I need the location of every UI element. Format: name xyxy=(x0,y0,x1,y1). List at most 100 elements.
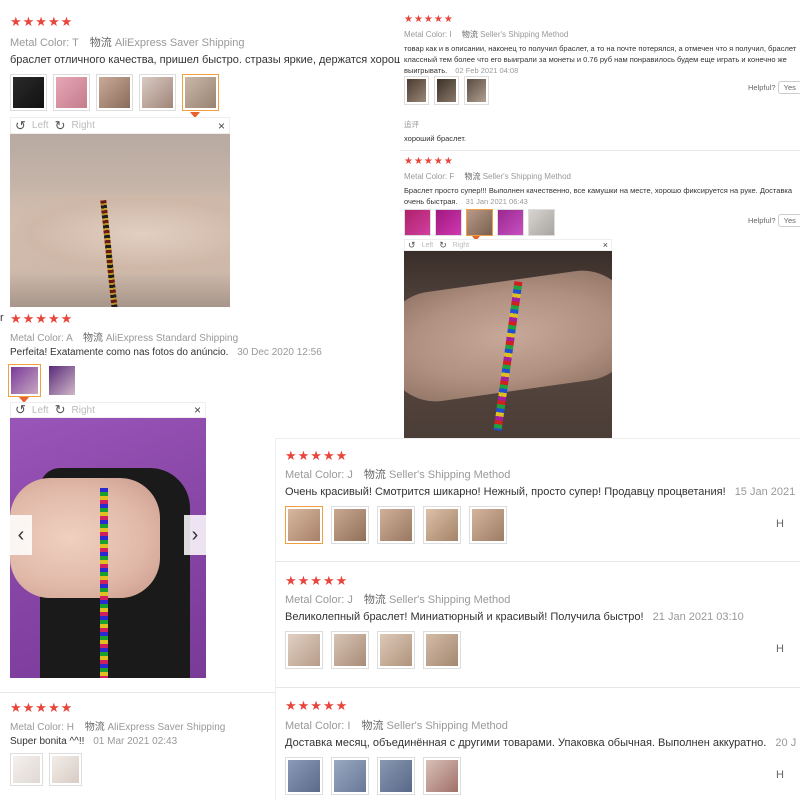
shipping-method: Seller's Shipping Method xyxy=(388,469,511,481)
review-photo-thumbnails xyxy=(285,631,461,669)
helpful-label-cut: H xyxy=(776,518,784,530)
rotate-right-icon[interactable]: ↻ xyxy=(439,240,447,251)
review-meta: Metal Color: I 物流 Seller's Shipping Meth… xyxy=(404,29,568,40)
review-text-block: Браслет просто супер!!! Выполнен качеств… xyxy=(404,185,800,207)
photo-thumbnail[interactable] xyxy=(469,506,507,544)
review-meta: Metal Color: A 物流 AliExpress Standard Sh… xyxy=(10,329,238,344)
rotate-left-label[interactable]: Left xyxy=(32,120,49,131)
metal-color-label: Metal Color: xyxy=(10,722,64,733)
photo-thumbnail[interactable] xyxy=(53,74,90,111)
shipping-method: Seller's Shipping Method xyxy=(386,720,508,732)
photo-thumbnail[interactable] xyxy=(464,76,489,105)
photo-thumbnail[interactable] xyxy=(331,631,369,669)
rating-stars: ★★★★★ xyxy=(10,700,74,715)
photo-thumbnail[interactable] xyxy=(96,74,133,111)
review-text: браслет отличного качества, пришел быстр… xyxy=(10,54,400,66)
photo-thumbnail[interactable] xyxy=(423,506,461,544)
image-viewer-toolbar: ↺ Left ↻ Right × xyxy=(404,239,612,251)
review-photo-thumbnails xyxy=(285,757,461,795)
photo-thumbnail[interactable] xyxy=(377,506,415,544)
photo-thumbnail[interactable] xyxy=(528,209,555,236)
review-meta: Metal Color: H 物流 AliExpress Saver Shipp… xyxy=(10,718,225,733)
review-date: 01 Mar 2021 02:43 xyxy=(93,736,178,747)
photo-thumbnail[interactable] xyxy=(377,631,415,669)
review-photo-thumbnails xyxy=(285,506,507,544)
helpful-label: Helpful? xyxy=(748,83,776,92)
photo-thumbnail[interactable] xyxy=(10,753,43,786)
metal-color-label: Metal Color: xyxy=(285,594,345,606)
shipping-method: AliExpress Saver Shipping xyxy=(107,722,226,733)
metal-color-value: I xyxy=(449,30,452,39)
close-viewer-icon[interactable]: × xyxy=(194,403,201,417)
chevron-left-icon: ‹ xyxy=(17,523,25,546)
helpful-label-cut: H xyxy=(776,643,784,655)
photo-thumbnail[interactable] xyxy=(435,209,462,236)
review-text-row: Perfeita! Exatamente como nas fotos do a… xyxy=(10,347,322,358)
metal-color-value: T xyxy=(72,37,79,49)
rotate-left-icon[interactable]: ↺ xyxy=(15,402,26,418)
rotate-left-icon[interactable]: ↺ xyxy=(408,240,416,251)
shipping-label: 物流 xyxy=(461,30,478,39)
rotate-right-icon[interactable]: ↻ xyxy=(55,402,66,418)
rating-stars: ★★★★★ xyxy=(285,448,349,463)
photo-thumbnail-selected[interactable] xyxy=(8,364,41,397)
helpful-yes-button[interactable]: Yes xyxy=(777,81,800,94)
photo-thumbnail[interactable] xyxy=(404,209,431,236)
close-viewer-icon[interactable]: × xyxy=(603,240,608,250)
photo-thumbnail[interactable] xyxy=(497,209,524,236)
photo-thumbnail[interactable] xyxy=(331,506,369,544)
photo-thumbnail[interactable] xyxy=(331,757,369,795)
review-date: 21 Jan 2021 03:10 xyxy=(652,611,744,623)
shipping-label: 物流 xyxy=(363,469,386,481)
image-viewer-toolbar: ↺ Left ↻ Right × xyxy=(10,402,206,418)
review-photo-thumbnails xyxy=(404,76,489,105)
next-image-button[interactable]: › xyxy=(184,515,206,555)
photo-thumbnail[interactable] xyxy=(404,76,429,105)
rotate-right-label[interactable]: Right xyxy=(72,120,95,131)
metal-color-label: Metal Color: xyxy=(285,469,345,481)
review-text: Perfeita! Exatamente como nas fotos do a… xyxy=(10,347,229,358)
review-text: Великолепный браслет! Миниатюрный и крас… xyxy=(285,611,644,623)
rotate-left-label[interactable]: Left xyxy=(422,242,434,249)
photo-thumbnail-selected[interactable] xyxy=(466,209,493,236)
rotate-right-label[interactable]: Right xyxy=(453,242,469,249)
photo-thumbnail-selected[interactable] xyxy=(285,506,323,544)
rotate-left-label[interactable]: Left xyxy=(32,405,49,416)
photo-thumbnail[interactable] xyxy=(434,76,459,105)
photo-thumbnail[interactable] xyxy=(377,757,415,795)
review-date: 30 Dec 2020 12:56 xyxy=(237,347,322,358)
photo-thumbnail[interactable] xyxy=(285,631,323,669)
photo-thumbnail[interactable] xyxy=(423,757,461,795)
metal-color-label: Metal Color: xyxy=(10,333,64,344)
review-photo-thumbnails xyxy=(8,364,77,397)
review-text: товар как и в описании, наконец то получ… xyxy=(404,44,797,53)
edge-letter: r xyxy=(0,312,4,324)
photo-thumbnail[interactable] xyxy=(139,74,176,111)
photo-thumbnail[interactable] xyxy=(285,757,323,795)
rotate-right-label[interactable]: Right xyxy=(72,405,95,416)
rating-stars: ★★★★★ xyxy=(10,311,74,326)
photo-thumbnail[interactable] xyxy=(10,74,47,111)
review-text: очень быстрая. xyxy=(404,197,458,206)
shipping-method: AliExpress Saver Shipping xyxy=(114,37,245,49)
review-divider xyxy=(276,687,800,688)
bracelet-graphic xyxy=(100,488,108,678)
close-viewer-icon[interactable]: × xyxy=(218,119,225,133)
shipping-method: Seller's Shipping Method xyxy=(482,172,571,181)
helpful-label-cut: H xyxy=(776,769,784,781)
shipping-label: 物流 xyxy=(464,172,481,181)
rotate-left-icon[interactable]: ↺ xyxy=(15,118,26,134)
rotate-right-icon[interactable]: ↻ xyxy=(55,118,66,134)
review-photo-thumbnails xyxy=(404,209,555,236)
helpful-yes-button[interactable]: Yes xyxy=(777,214,800,227)
photo-thumbnail-selected[interactable] xyxy=(182,74,219,111)
review-text-block: товар как и в описании, наконец то получ… xyxy=(404,43,800,76)
photo-thumbnail[interactable] xyxy=(423,631,461,669)
metal-color-value: H xyxy=(66,722,74,733)
prev-image-button[interactable]: ‹ xyxy=(10,515,32,555)
review-divider xyxy=(400,150,800,151)
photo-thumbnail[interactable] xyxy=(49,753,82,786)
image-viewer-toolbar: ↺ Left ↻ Right × xyxy=(10,117,230,134)
photo-thumbnail[interactable] xyxy=(47,364,77,397)
review-meta: Metal Color: J 物流 Seller's Shipping Meth… xyxy=(285,591,510,607)
